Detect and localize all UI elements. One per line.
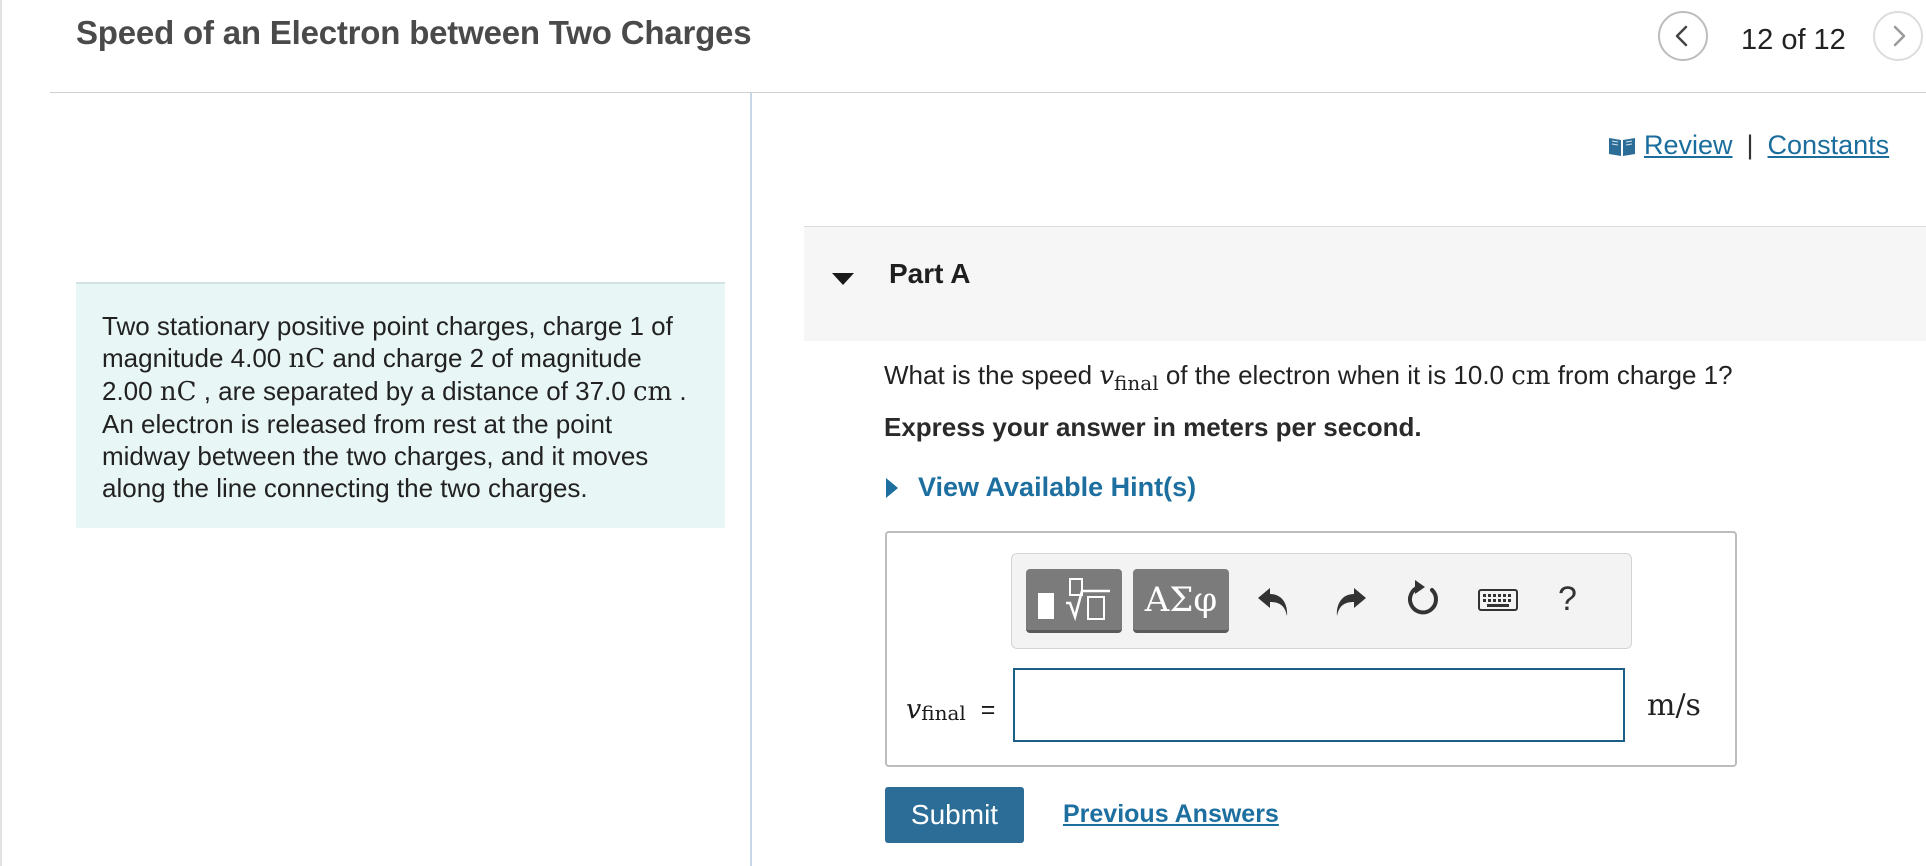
undo-icon[interactable] (1250, 576, 1298, 624)
question-prefix: What is the speed (884, 360, 1100, 390)
help-button[interactable]: ? (1558, 580, 1577, 619)
question-variable: v (1099, 361, 1115, 391)
answer-instruction: Express your answer in meters per second… (884, 412, 1422, 442)
problem-counter: 12 of 12 (1741, 24, 1846, 56)
view-hints-label: View Available Hint(s) (918, 472, 1197, 502)
intro-unit-nc-2: nC (159, 377, 197, 407)
triangle-right-icon (886, 477, 898, 498)
part-label: Part A (889, 258, 971, 289)
submit-button[interactable]: Submit (885, 787, 1024, 843)
reset-icon[interactable] (1399, 576, 1447, 624)
page-left-border (0, 0, 2, 866)
triangle-down-icon[interactable] (828, 264, 858, 294)
resource-links: Review | Constants (1608, 130, 1889, 161)
question-unit: cm (1511, 361, 1551, 391)
templates-button[interactable] (1026, 569, 1122, 633)
redo-icon[interactable] (1326, 576, 1374, 624)
question-variable-subscript: final (1114, 371, 1159, 395)
intro-unit-cm: cm (632, 377, 673, 407)
answer-variable: v (906, 694, 922, 725)
answer-input[interactable] (1013, 668, 1625, 742)
answer-variable-subscript: final (921, 701, 966, 725)
part-header-bar (804, 226, 1926, 341)
answer-equals: = (980, 696, 996, 724)
chevron-left-icon (1675, 25, 1688, 47)
header-divider (50, 92, 1926, 93)
previous-answers-link[interactable]: Previous Answers (1063, 800, 1279, 829)
intro-text-3: , are separated by a distance of 37.0 (196, 376, 633, 406)
chevron-right-icon (1893, 25, 1906, 47)
question-middle: of the electron when it is 10.0 (1158, 360, 1512, 390)
question-suffix: from charge 1? (1550, 360, 1733, 390)
next-problem-button[interactable] (1873, 11, 1923, 61)
templates-icon (1038, 578, 1110, 622)
link-separator: | (1746, 130, 1754, 160)
keyboard-icon[interactable] (1474, 576, 1522, 624)
answer-unit: m/s (1647, 688, 1701, 723)
page-title: Speed of an Electron between Two Charges (76, 14, 752, 51)
column-divider (750, 93, 752, 866)
constants-link[interactable]: Constants (1768, 130, 1890, 161)
review-link[interactable]: Review (1644, 130, 1733, 161)
answer-variable-label: vfinal = (906, 694, 995, 725)
previous-problem-button[interactable] (1658, 11, 1708, 61)
symbols-button[interactable]: ΑΣφ (1133, 569, 1229, 633)
intro-unit-nc-1: nC (288, 344, 326, 374)
question-text: What is the speed vfinal of the electron… (884, 360, 1733, 395)
view-hints-toggle[interactable]: View Available Hint(s) (884, 472, 1196, 503)
problem-introduction: Two stationary positive point charges, c… (76, 282, 725, 528)
book-icon (1609, 137, 1635, 156)
